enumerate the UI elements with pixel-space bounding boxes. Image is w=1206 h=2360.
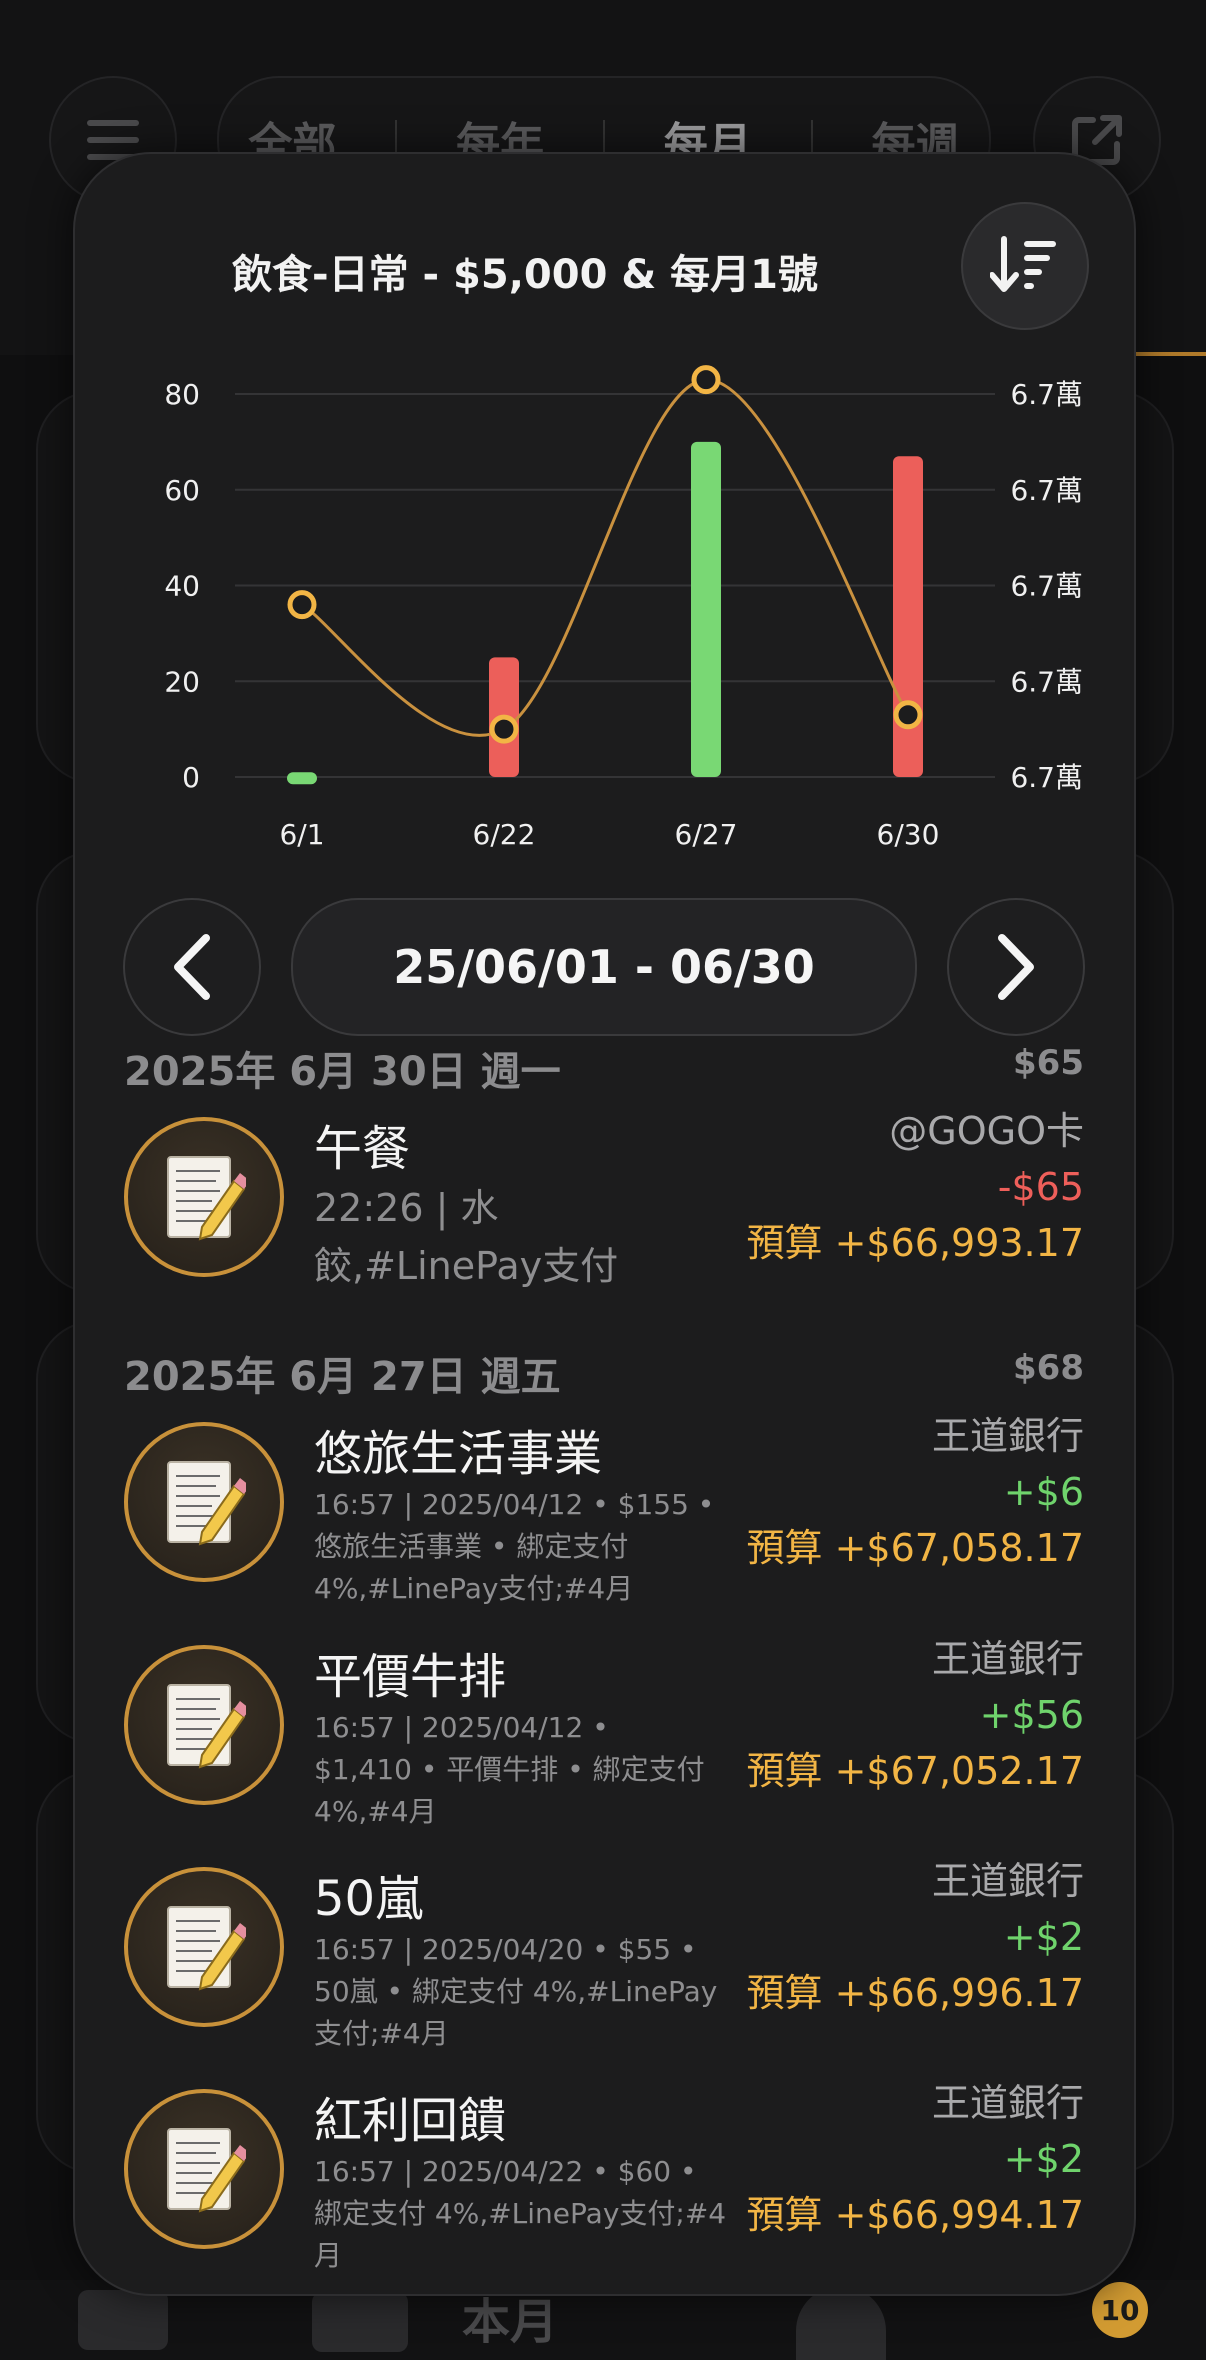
budget-remaining: 預算 +$66,996.17 xyxy=(746,1971,1085,2015)
note-pencil-icon xyxy=(124,2089,284,2249)
x-axis-tick-label: 6/22 xyxy=(473,818,536,851)
y-axis-tick-label: 40 xyxy=(164,570,200,603)
transaction-amounts: 王道銀行 +$6 預算 +$67,058.17 xyxy=(747,1408,1085,1576)
transaction-amount: +$6 xyxy=(1003,1470,1084,1514)
group-total: $68 xyxy=(1013,1348,1084,1388)
date-group-header: 2025年 6月 30日 週一 $65 xyxy=(124,1039,1084,1095)
transaction-amounts: @GOGO卡 -$65 預算 +$66,993.17 xyxy=(747,1103,1085,1271)
transaction-detail-line: 餃,#LinePay支付 xyxy=(314,1244,619,1288)
y2-axis-tick-label: 6.7萬 xyxy=(1010,378,1083,411)
account-name: 王道銀行 xyxy=(931,1414,1084,1458)
bar xyxy=(691,441,721,777)
notification-badge[interactable]: 10 xyxy=(1092,2282,1148,2338)
previous-period-button[interactable] xyxy=(123,898,261,1036)
line-point xyxy=(287,590,317,620)
bar xyxy=(287,772,317,785)
date-group-header: 2025年 6月 27日 週五 $68 xyxy=(124,1344,1084,1400)
transaction-amount: -$65 xyxy=(997,1165,1084,1209)
transaction-detail: 16:57 | 2025/04/20 • $55 • 50嵐 • 綁定支付 4%… xyxy=(314,1929,754,2055)
budget-remaining: 預算 +$66,993.17 xyxy=(746,1221,1085,1265)
transaction-title: 悠旅生活事業 xyxy=(314,1426,603,1482)
chevron-left-icon xyxy=(174,934,210,1000)
category-detail-modal: 飲食-日常 - $5,000 & 每月1號 0 6.7萬 20 6.7萬 40 6.7萬 6… xyxy=(73,152,1136,2296)
y-axis-tick-label: 80 xyxy=(164,378,200,411)
transaction-title: 午餐 xyxy=(314,1121,411,1177)
note-pencil-icon xyxy=(124,1645,284,1805)
transaction-amounts: 王道銀行 +$2 預算 +$66,996.17 xyxy=(747,1853,1085,2021)
transaction-title: 50嵐 xyxy=(314,1871,424,1927)
transaction-detail-line: 4%,#LinePay支付;#4月 xyxy=(314,1572,634,1605)
transaction-amount: +$2 xyxy=(1003,2137,1084,2181)
account-name: 王道銀行 xyxy=(931,1859,1084,1903)
group-date: 2025年 6月 30日 週一 xyxy=(124,1049,561,1095)
transaction-detail-line: 4%,#4月 xyxy=(314,1795,437,1828)
transaction-item[interactable]: 50嵐 16:57 | 2025/04/20 • $55 • 50嵐 • 綁定支… xyxy=(124,1859,1084,2050)
transaction-detail: 16:57 | 2025/04/12 • $1,410 • 平價牛排 • 綁定支… xyxy=(314,1707,754,1833)
note-pencil-icon xyxy=(124,1422,284,1582)
transaction-detail: 16:57 | 2025/04/22 • $60 • 綁定支付 4%,#Line… xyxy=(314,2151,754,2277)
transaction-detail-line: 16:57 | 2025/04/20 • $55 • xyxy=(314,1933,697,1966)
transaction-title: 平價牛排 xyxy=(314,1649,507,1705)
budget-remaining: 預算 +$66,994.17 xyxy=(746,2193,1085,2237)
transaction-detail-line: 月 xyxy=(314,2239,343,2272)
date-range-selector[interactable]: 25/06/01 - 06/30 xyxy=(291,898,917,1036)
transaction-item[interactable]: 悠旅生活事業 16:57 | 2025/04/12 • $155 • 悠旅生活事… xyxy=(124,1414,1084,1605)
transaction-detail-line: 悠旅生活事業 • 綁定支付 xyxy=(314,1530,629,1563)
y2-axis-tick-label: 6.7萬 xyxy=(1010,474,1083,507)
transaction-item[interactable]: 紅利回饋 16:57 | 2025/04/22 • $60 • 綁定支付 4%,… xyxy=(124,2081,1084,2272)
next-period-button[interactable] xyxy=(947,898,1085,1036)
wallet-icon[interactable] xyxy=(312,2292,408,2352)
note-pencil-icon xyxy=(124,1867,284,2027)
transaction-item[interactable]: 平價牛排 16:57 | 2025/04/12 • $1,410 • 平價牛排 … xyxy=(124,1637,1084,1828)
transaction-detail-line: 支付;#4月 xyxy=(314,2017,449,2050)
spending-chart: 0 6.7萬 20 6.7萬 40 6.7萬 60 6.7萬 80 6.7萬 6/1 6/22 6/27… xyxy=(164,365,1083,851)
line-point xyxy=(893,700,923,730)
account-name: 王道銀行 xyxy=(931,2081,1084,2125)
line-point xyxy=(691,365,721,395)
y-axis-tick-label: 0 xyxy=(182,761,200,794)
transaction-amounts: 王道銀行 +$2 預算 +$66,994.17 xyxy=(747,2075,1085,2243)
transaction-detail-line: 22:26 | 水 xyxy=(314,1186,499,1230)
note-pencil-icon xyxy=(124,1117,284,1277)
transaction-detail-line: 16:57 | 2025/04/12 • $155 • xyxy=(314,1488,715,1521)
transaction-amounts: 王道銀行 +$56 預算 +$67,052.17 xyxy=(747,1631,1085,1799)
transaction-detail-line: 16:57 | 2025/04/12 • xyxy=(314,1711,609,1744)
budget-remaining: 預算 +$67,052.17 xyxy=(746,1749,1085,1793)
y-axis-tick-label: 60 xyxy=(164,474,200,507)
x-axis-tick-label: 6/27 xyxy=(675,818,738,851)
transaction-amount: +$56 xyxy=(979,1693,1084,1737)
transaction-detail: 22:26 | 水 餃,#LinePay支付 xyxy=(314,1179,754,1295)
transaction-detail-line: 50嵐 • 綁定支付 4%,#LinePay xyxy=(314,1975,718,2008)
group-total: $65 xyxy=(1013,1043,1084,1083)
x-axis-tick-label: 6/30 xyxy=(877,818,940,851)
transaction-amount: +$2 xyxy=(1003,1915,1084,1959)
y-axis-tick-label: 20 xyxy=(164,665,200,698)
transaction-detail-line: 16:57 | 2025/04/22 • $60 • xyxy=(314,2155,697,2188)
transaction-item[interactable]: 午餐 22:26 | 水 餃,#LinePay支付 @GOGO卡 -$65 預算… xyxy=(124,1109,1084,1289)
budget-remaining: 預算 +$67,058.17 xyxy=(746,1526,1085,1570)
accent-line xyxy=(1126,352,1206,356)
y2-axis-tick-label: 6.7萬 xyxy=(1010,761,1083,794)
y2-axis-tick-label: 6.7萬 xyxy=(1010,570,1083,603)
chevron-right-icon xyxy=(998,934,1034,1000)
group-date: 2025年 6月 27日 週五 xyxy=(124,1354,561,1400)
transaction-title: 紅利回饋 xyxy=(314,2093,507,2149)
transaction-detail: 16:57 | 2025/04/12 • $155 • 悠旅生活事業 • 綁定支… xyxy=(314,1484,754,1610)
transaction-detail-line: $1,410 • 平價牛排 • 綁定支付 xyxy=(314,1753,705,1786)
y2-axis-tick-label: 6.7萬 xyxy=(1010,665,1083,698)
account-name: 王道銀行 xyxy=(931,1637,1084,1681)
line-point xyxy=(489,714,519,744)
account-name: @GOGO卡 xyxy=(889,1109,1084,1153)
list-icon[interactable] xyxy=(78,2290,168,2350)
transaction-detail-line: 綁定支付 4%,#LinePay支付;#4 xyxy=(314,2197,727,2230)
x-axis-tick-label: 6/1 xyxy=(279,818,324,851)
